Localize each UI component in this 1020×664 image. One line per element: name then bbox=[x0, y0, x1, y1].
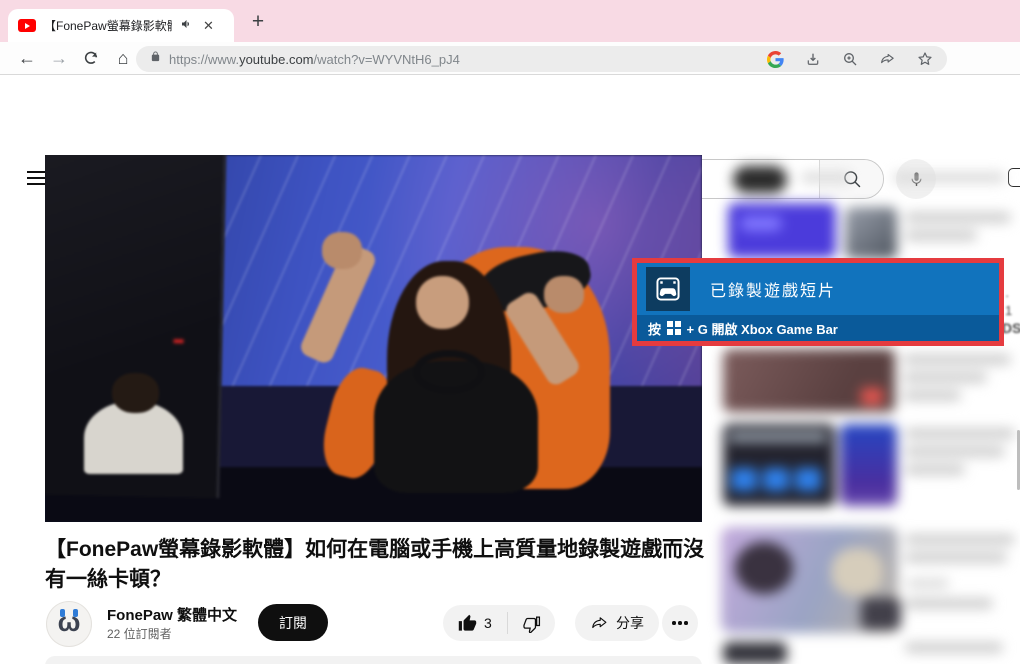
download-icon[interactable] bbox=[805, 51, 821, 67]
video-scene bbox=[45, 155, 702, 522]
game-clip-icon bbox=[646, 267, 690, 311]
youtube-header: YouTube bbox=[0, 76, 1020, 199]
tab-title: 【FonePaw螢幕錄影軟體】如 bbox=[44, 19, 172, 33]
subscriber-count: 22 位訂閱者 bbox=[107, 627, 172, 641]
notification-hint: 按 + G 開啟 Xbox Game Bar bbox=[637, 315, 999, 341]
like-button[interactable]: 3 bbox=[443, 614, 507, 633]
zoom-in-icon[interactable] bbox=[842, 51, 858, 67]
notification-title: 已錄製遊戲短片 bbox=[710, 283, 837, 300]
tab-audio-icon[interactable] bbox=[180, 17, 193, 35]
thumb-up-icon bbox=[458, 614, 477, 631]
back-icon[interactable]: ← bbox=[14, 45, 40, 71]
home-icon[interactable]: ⌂ bbox=[110, 45, 136, 71]
video-thumbnail[interactable] bbox=[840, 424, 897, 506]
bookmark-star-icon[interactable] bbox=[917, 51, 933, 67]
google-icon[interactable] bbox=[767, 50, 784, 68]
headphones bbox=[412, 349, 486, 394]
more-actions-button[interactable] bbox=[662, 605, 698, 641]
subscribe-button[interactable]: 訂閱 bbox=[258, 604, 328, 641]
video-title: 【FonePaw螢幕錄影軟體】如何在電腦或手機上高質量地錄製遊戲而沒有一絲卡頓？ bbox=[45, 538, 705, 591]
filter-chip[interactable] bbox=[733, 166, 787, 193]
thumb-down-icon bbox=[523, 616, 540, 633]
share-arrow-icon bbox=[592, 616, 607, 628]
forward-icon[interactable]: → bbox=[46, 45, 72, 71]
sidebar-text-fragment: · 1 bbox=[1005, 288, 1013, 318]
like-count: 3 bbox=[484, 615, 492, 631]
video-thumbnail[interactable] bbox=[845, 207, 897, 259]
share-button[interactable]: 分享 bbox=[575, 605, 659, 641]
share-page-icon[interactable] bbox=[879, 52, 896, 67]
address-bar[interactable]: https://www.youtube.com/watch?v=WYVNtH6_… bbox=[136, 46, 947, 72]
sidebar-text-fragment: DS bbox=[1002, 320, 1020, 336]
video-player[interactable] bbox=[45, 155, 702, 522]
tab-close-icon[interactable]: ✕ bbox=[203, 18, 214, 34]
menu-icon[interactable] bbox=[27, 171, 47, 185]
channel-avatar[interactable]: ω bbox=[46, 601, 92, 647]
suggestions-sidebar bbox=[713, 150, 1020, 664]
lock-icon bbox=[150, 50, 161, 68]
xbox-gamebar-notification[interactable]: 已錄製遊戲短片 按 + G 開啟 Xbox Game Bar bbox=[632, 258, 1004, 346]
second-person bbox=[84, 372, 183, 475]
channel-name[interactable]: FonePaw 繁體中文 bbox=[107, 604, 237, 625]
description-box[interactable] bbox=[45, 656, 702, 664]
like-dislike-pill: 3 bbox=[443, 605, 555, 641]
browser-tab-strip: 【FonePaw螢幕錄影軟體】如 ✕ + bbox=[0, 0, 1020, 42]
dislike-button[interactable] bbox=[508, 614, 555, 633]
windows-logo-icon bbox=[667, 321, 681, 335]
youtube-favicon-icon bbox=[18, 19, 36, 32]
new-tab-button[interactable]: + bbox=[244, 8, 272, 36]
video-thumbnail[interactable] bbox=[723, 642, 787, 664]
channel-row: ω FonePaw 繁體中文 22 位訂閱者 訂閱 3 分享 bbox=[45, 600, 705, 648]
url-text: https://www.youtube.com/watch?v=WYVNtH6_… bbox=[169, 51, 460, 67]
reload-icon[interactable] bbox=[78, 45, 104, 71]
browser-tab[interactable]: 【FonePaw螢幕錄影軟體】如 ✕ bbox=[8, 9, 234, 42]
